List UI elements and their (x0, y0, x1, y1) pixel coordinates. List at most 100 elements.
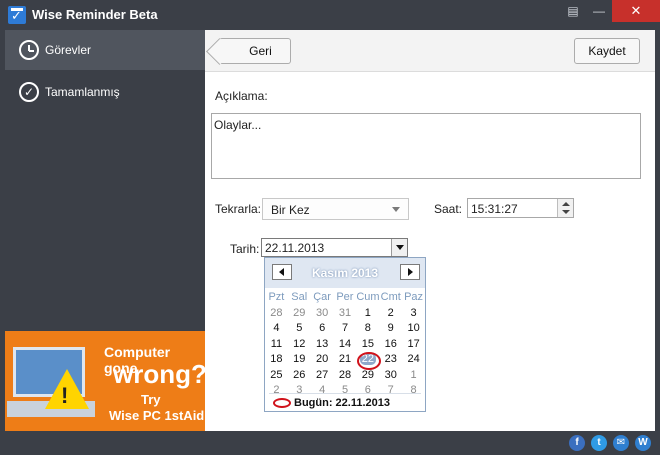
calendar-day[interactable]: 23 (379, 352, 402, 368)
calendar-day[interactable]: 1 (402, 368, 425, 384)
calendar-divider (269, 393, 421, 394)
calendar-weekday: Sal (291, 291, 308, 303)
calendar-day[interactable]: 12 (288, 337, 311, 353)
date-dropdown-button[interactable] (391, 239, 407, 256)
ad-line-3: Try (141, 392, 161, 407)
calendar-week-row: 11 12 13 14 15 16 17 (265, 337, 425, 353)
calendar-day[interactable]: 26 (288, 368, 311, 384)
calendar-day[interactable]: 28 (334, 368, 357, 384)
calendar-day[interactable]: 16 (379, 337, 402, 353)
exclamation-icon: ! (61, 383, 69, 408)
sidebar-item-tamamlanmis[interactable]: ✓ Tamamlanmış (5, 72, 205, 112)
check-circle-icon: ✓ (19, 82, 39, 102)
today-ring-icon (273, 398, 291, 409)
sidebar-item-label: Görevler (45, 43, 92, 57)
calendar-day[interactable]: 30 (311, 306, 334, 322)
time-label: Saat: (434, 202, 463, 216)
time-spinner[interactable] (557, 199, 573, 217)
calendar-day[interactable]: 18 (265, 352, 288, 368)
calendar-day[interactable]: 10 (402, 321, 425, 337)
calendar-weekday: Per (336, 291, 354, 303)
calendar-day[interactable]: 28 (265, 306, 288, 322)
spinner-up-icon[interactable] (562, 202, 570, 206)
date-picker-calendar: Kasım 2013 Pzt Sal Çar Per Cum Cmt Paz 28 29 30 31… (264, 257, 426, 412)
mail-icon[interactable]: ✉ (613, 435, 629, 451)
calendar-week-row: 4 5 6 7 8 9 10 (265, 321, 425, 337)
main-panel: Geri Kaydet Açıklama: Olaylar... Tekrarl… (205, 30, 655, 431)
calendar-week-row: 28 29 30 31 1 2 3 (265, 306, 425, 322)
save-button[interactable]: Kaydet (574, 38, 640, 64)
date-label: Tarih: (230, 242, 260, 256)
calendar-today-label: Bugün: 22.11.2013 (294, 397, 390, 409)
calendar-header: Kasım 2013 (265, 258, 425, 288)
calendar-next-month-button[interactable] (400, 264, 420, 280)
calendar-day[interactable]: 4 (265, 321, 288, 337)
calendar-grid: Pzt Sal Çar Per Cum Cmt Paz 28 29 30 31 1 2 3 4 5 6 7 8 9 10… (265, 290, 425, 399)
description-textarea[interactable]: Olaylar... (211, 113, 641, 179)
ad-line-2: wrong? (113, 359, 205, 389)
calendar-week-row: 25 26 27 28 29 30 1 (265, 368, 425, 384)
menu-icon[interactable]: ▤ (560, 0, 586, 22)
calendar-day[interactable]: 29 (288, 306, 311, 322)
facebook-icon[interactable]: f (569, 435, 585, 451)
calendar-day[interactable]: 29 (356, 368, 379, 384)
calendar-weekday: Çar (313, 291, 331, 303)
date-input-value: 22.11.2013 (265, 241, 325, 255)
ad-banner[interactable]: ! Computer gone wrong? Try Wise PC 1stAi… (5, 331, 205, 431)
calendar-day[interactable]: 25 (265, 368, 288, 384)
calendar-weekday: Cmt (380, 291, 401, 303)
calendar-day[interactable]: 11 (265, 337, 288, 353)
calendar-day[interactable]: 31 (334, 306, 357, 322)
calendar-prev-month-button[interactable] (272, 264, 292, 280)
wise-icon[interactable]: W (635, 435, 651, 451)
twitter-icon[interactable]: t (591, 435, 607, 451)
calendar-day[interactable]: 19 (288, 352, 311, 368)
calendar-day[interactable]: 6 (311, 321, 334, 337)
app-calendar-icon (8, 6, 26, 24)
calendar-day[interactable]: 3 (402, 306, 425, 322)
calendar-weekday: Pzt (268, 291, 285, 303)
date-input[interactable]: 22.11.2013 (261, 238, 408, 257)
calendar-day[interactable]: 2 (379, 306, 402, 322)
calendar-day[interactable]: 15 (356, 337, 379, 353)
calendar-today-link[interactable]: Bugün: 22.11.2013 (273, 397, 390, 409)
calendar-day[interactable]: 13 (311, 337, 334, 353)
description-label: Açıklama: (215, 89, 268, 103)
calendar-day[interactable]: 8 (356, 321, 379, 337)
calendar-day-label: 22 (359, 353, 376, 365)
calendar-day[interactable]: 30 (379, 368, 402, 384)
calendar-weekday-row: Pzt Sal Çar Per Cum Cmt Paz (265, 290, 425, 306)
footer-bar: f t ✉ W (0, 431, 660, 455)
calendar-weekday: Paz (404, 291, 424, 303)
calendar-day[interactable]: 14 (334, 337, 357, 353)
spinner-down-icon[interactable] (562, 210, 570, 214)
sidebar-item-label: Tamamlanmış (45, 85, 120, 99)
calendar-day[interactable]: 8 (402, 383, 425, 399)
repeat-select-value: Bir Kez (271, 203, 310, 217)
calendar-day[interactable]: 9 (379, 321, 402, 337)
calendar-week-row: 18 19 20 21 22 23 24 (265, 352, 425, 370)
calendar-day[interactable]: 5 (288, 321, 311, 337)
calendar-day[interactable]: 24 (402, 352, 425, 368)
calendar-day[interactable]: 1 (356, 306, 379, 322)
repeat-label: Tekrarla: (215, 202, 262, 216)
calendar-day[interactable]: 21 (334, 352, 357, 368)
time-input-value: 15:31:27 (471, 202, 518, 216)
clock-icon (19, 40, 39, 60)
minimize-icon[interactable]: — (586, 0, 612, 22)
repeat-select[interactable]: Bir Kez (262, 198, 409, 220)
calendar-day[interactable]: 17 (402, 337, 425, 353)
calendar-weekday: Cum (356, 291, 380, 303)
ad-line-4: Wise PC 1stAid (109, 408, 205, 423)
toolbar: Geri Kaydet (205, 30, 655, 72)
chevron-down-icon (392, 207, 400, 212)
calendar-day-selected[interactable]: 22 (356, 352, 382, 370)
window-title: Wise Reminder Beta (32, 7, 158, 22)
calendar-day[interactable]: 27 (311, 368, 334, 384)
sidebar-item-gorevler[interactable]: Görevler (5, 30, 205, 70)
time-input[interactable]: 15:31:27 (467, 198, 574, 218)
calendar-day[interactable]: 20 (311, 352, 334, 368)
close-icon[interactable]: ✕ (612, 0, 660, 22)
back-button[interactable]: Geri (219, 38, 291, 64)
calendar-day[interactable]: 7 (334, 321, 357, 337)
